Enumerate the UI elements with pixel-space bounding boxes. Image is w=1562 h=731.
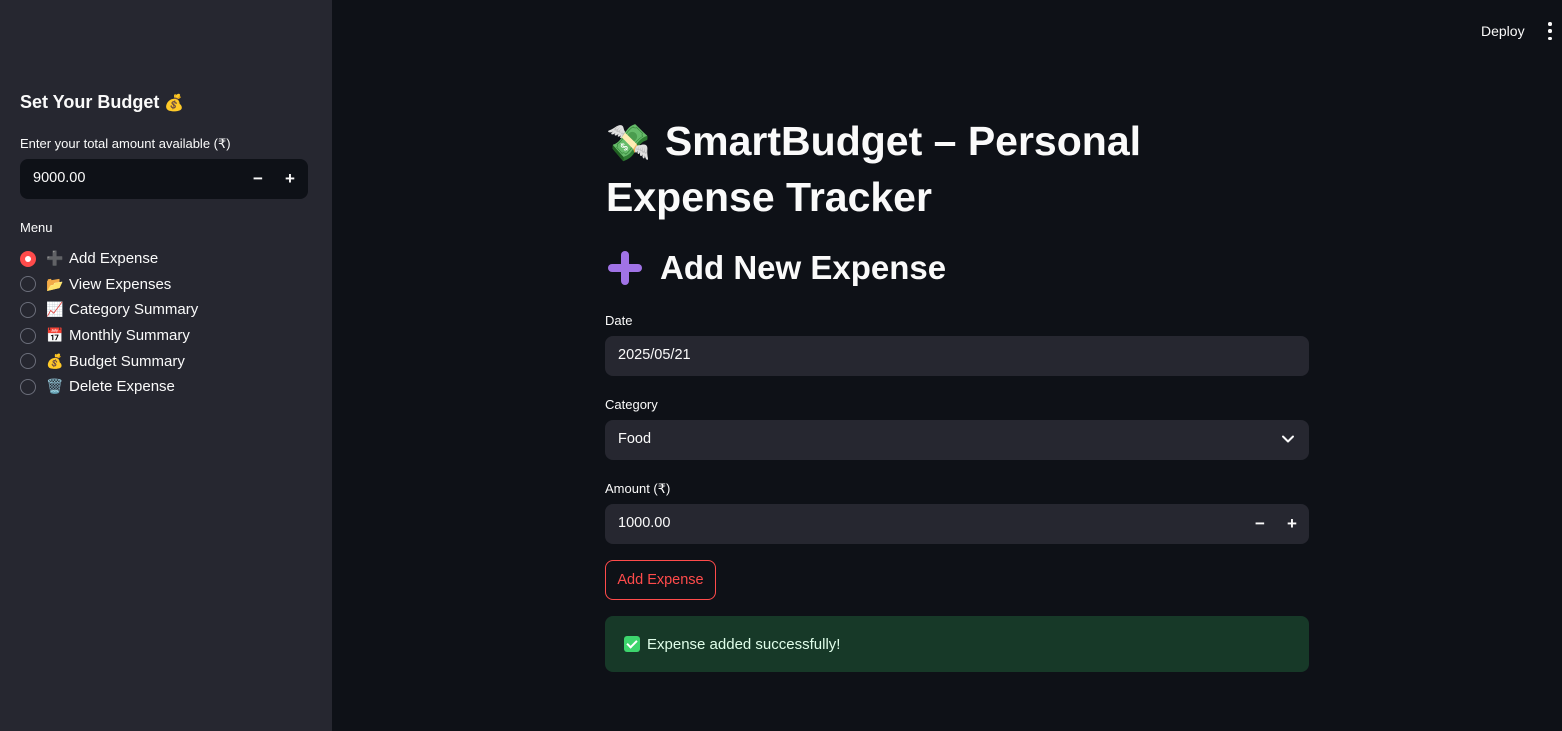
- category-value[interactable]: Food: [618, 431, 651, 447]
- kebab-dot: [1548, 36, 1552, 40]
- menu-item-view-expenses[interactable]: 📂 View Expenses: [20, 272, 198, 298]
- radio-icon[interactable]: [20, 301, 36, 318]
- money-bag-icon: 💰: [46, 352, 64, 369]
- menu-radio-group: ➕ Add Expense 📂 View Expenses 📈 Category…: [20, 246, 198, 400]
- amount-number-input[interactable]: 1000.00 − +: [605, 504, 1309, 544]
- add-expense-button[interactable]: Add Expense: [605, 560, 716, 600]
- amount-value[interactable]: 1000.00: [618, 515, 670, 531]
- menu-item-label: Category Summary: [69, 301, 199, 319]
- more-options-icon[interactable]: [1546, 22, 1554, 40]
- radio-icon[interactable]: [20, 327, 36, 344]
- money-with-wings-icon: 💸: [606, 122, 651, 163]
- section-title-text: Add New Expense: [660, 249, 947, 286]
- amount-increment-button[interactable]: +: [1276, 504, 1308, 544]
- menu-item-category-summary[interactable]: 📈 Category Summary: [20, 297, 198, 323]
- budget-label: Enter your total amount available (₹): [20, 136, 231, 151]
- budget-increment-button[interactable]: +: [274, 159, 306, 199]
- page-title-text: SmartBudget – Personal Expense Tracker: [606, 118, 1142, 220]
- menu-item-label: Add Expense: [69, 250, 159, 268]
- menu-item-label: Monthly Summary: [69, 327, 190, 345]
- success-message: Expense added successfully!: [647, 635, 841, 653]
- budget-number-input[interactable]: 9000.00 − +: [20, 159, 308, 199]
- radio-icon[interactable]: [20, 378, 36, 395]
- radio-icon[interactable]: [20, 353, 36, 370]
- radio-icon[interactable]: [20, 276, 36, 293]
- sidebar-title-text: Set Your Budget: [20, 92, 160, 112]
- menu-item-label: Budget Summary: [69, 352, 185, 370]
- menu-item-monthly-summary[interactable]: 📅 Monthly Summary: [20, 323, 198, 349]
- plus-icon: ➕: [46, 250, 64, 267]
- success-alert: Expense added successfully!: [605, 616, 1309, 672]
- page-title: 💸 SmartBudget – Personal Expense Tracker: [606, 114, 1206, 224]
- chart-icon: 📈: [46, 301, 64, 318]
- chevron-down-icon[interactable]: [1281, 432, 1295, 446]
- menu-item-label: Delete Expense: [69, 378, 175, 396]
- section-title: Add New Expense: [606, 249, 946, 287]
- menu-label: Menu: [20, 220, 53, 235]
- radio-selected-icon[interactable]: [20, 250, 36, 267]
- sidebar: Set Your Budget 💰 Enter your total amoun…: [0, 0, 332, 731]
- menu-item-add-expense[interactable]: ➕ Add Expense: [20, 246, 198, 272]
- trash-icon: 🗑️: [46, 378, 64, 395]
- category-label: Category: [605, 397, 658, 412]
- budget-decrement-button[interactable]: −: [242, 159, 274, 199]
- kebab-dot: [1548, 22, 1552, 26]
- sidebar-title: Set Your Budget 💰: [20, 92, 184, 113]
- category-select[interactable]: Food: [605, 420, 1309, 460]
- amount-decrement-button[interactable]: −: [1244, 504, 1276, 544]
- kebab-dot: [1548, 29, 1552, 33]
- money-bag-icon: 💰: [164, 95, 185, 112]
- budget-value[interactable]: 9000.00: [33, 170, 85, 186]
- menu-item-budget-summary[interactable]: 💰 Budget Summary: [20, 348, 198, 374]
- date-label: Date: [605, 313, 633, 328]
- folder-icon: 📂: [46, 275, 64, 292]
- menu-item-label: View Expenses: [69, 275, 172, 293]
- calendar-icon: 📅: [46, 327, 64, 344]
- app-root: Set Your Budget 💰 Enter your total amoun…: [0, 0, 1562, 731]
- menu-item-delete-expense[interactable]: 🗑️ Delete Expense: [20, 374, 198, 400]
- deploy-button[interactable]: Deploy: [1481, 23, 1525, 39]
- amount-label: Amount (₹): [605, 481, 671, 496]
- date-input[interactable]: 2025/05/21: [605, 336, 1309, 376]
- check-mark-icon: [624, 636, 640, 652]
- date-value[interactable]: 2025/05/21: [618, 347, 691, 363]
- plus-icon: [606, 249, 644, 287]
